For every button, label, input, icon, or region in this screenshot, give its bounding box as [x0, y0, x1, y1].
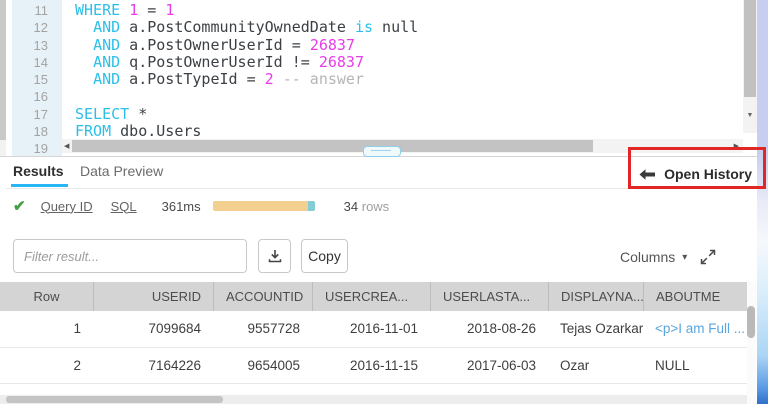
table-cell: 9654005: [247, 357, 300, 373]
table-cell: NULL: [655, 357, 690, 373]
open-history-button[interactable]: Open History: [639, 164, 752, 184]
line-number: 18: [33, 124, 48, 140]
line-number: 19: [33, 141, 48, 156]
copy-button[interactable]: Copy: [301, 239, 348, 273]
line-number: 17: [33, 106, 48, 122]
column-header[interactable]: USERLASTA...: [430, 282, 548, 311]
tab-data-preview[interactable]: Data Preview: [80, 163, 163, 179]
code-line: AND a.PostCommunityOwnedDate is null: [93, 18, 419, 37]
line-number: 11: [34, 3, 49, 18]
query-progress-bar: [212, 201, 315, 211]
row-count-value: 34: [343, 198, 359, 214]
editor-hscroll-thumb[interactable]: [72, 140, 593, 152]
table-cell: 2: [73, 357, 81, 373]
table-cell: 7099684: [148, 321, 201, 336]
code-line: AND a.PostOwnerUserId = 26837: [93, 35, 355, 54]
table-cell: Ozar: [560, 357, 590, 373]
back-arrow-icon: [639, 168, 656, 180]
query-id-link[interactable]: Query ID: [41, 199, 93, 214]
scroll-down-arrow-icon[interactable]: ▼: [743, 111, 757, 121]
query-status-bar: ✔ Query ID SQL 361ms 34 rows: [13, 195, 389, 217]
success-check-icon: ✔: [13, 198, 26, 215]
table-cell: 1: [73, 321, 81, 336]
table-cell: Tejas Ozarkar: [560, 321, 643, 336]
active-tab-underline: [11, 184, 68, 187]
column-header[interactable]: DISPLAYNA...: [548, 282, 643, 311]
editor-vertical-scrollbar[interactable]: ▼: [743, 0, 757, 133]
code-line: FROM dbo.Users: [75, 122, 202, 141]
table-header-row: Row USERID ACCOUNTID USERCREA... USERLASTA..…: [0, 282, 755, 311]
row-count-label: rows: [361, 198, 390, 214]
column-header[interactable]: ACCOUNTID: [213, 282, 312, 311]
table-horizontal-scrollbar[interactable]: [0, 395, 747, 404]
columns-dropdown[interactable]: Columns ▾: [620, 249, 687, 265]
line-number: 14: [33, 54, 48, 70]
table-cell: 9557728: [247, 321, 300, 336]
download-icon: [268, 250, 281, 263]
sql-editor[interactable]: 11 12 13 14 15 16 17 18 19 WHERE 1 = 1 AND a.Pos…: [6, 0, 743, 156]
tab-bar: Results Data Preview Open History: [6, 157, 757, 189]
line-number: 13: [33, 37, 48, 53]
editor-gutter: 11 12 13 14 15 16 17 18 19: [12, 0, 62, 156]
filter-results-input[interactable]: [13, 239, 247, 273]
table-cell: 2017-06-03: [466, 357, 536, 373]
scroll-right-arrow-icon[interactable]: ▶: [734, 142, 739, 150]
column-header[interactable]: USERCREA...: [312, 282, 430, 311]
table-cell: 7164226: [148, 357, 201, 373]
line-number: 16: [33, 89, 48, 105]
column-header[interactable]: ABOUTME: [643, 282, 755, 311]
open-history-label: Open History: [664, 166, 752, 182]
page-right-scrollbar[interactable]: [757, 0, 768, 404]
query-progress-tip: [307, 201, 315, 211]
line-number: 15: [33, 72, 48, 88]
table-cell: 2016-11-01: [349, 321, 418, 336]
tab-results[interactable]: Results: [13, 163, 64, 179]
line-number: 12: [33, 20, 48, 36]
code-line: AND q.PostOwnerUserId != 26837: [93, 52, 364, 71]
table-vscroll-thumb[interactable]: [747, 306, 755, 338]
chevron-down-icon: ▾: [682, 251, 688, 263]
row-count: 34 rows: [344, 199, 390, 214]
table-cell: <p>I am Full ...: [655, 321, 746, 336]
editor-horizontal-scrollbar[interactable]: ◀ ▶: [62, 139, 743, 153]
editor-code[interactable]: WHERE 1 = 1 AND a.PostCommunityOwnedDate…: [62, 0, 743, 141]
table-vertical-scrollbar[interactable]: [747, 281, 756, 404]
panel-resize-handle[interactable]: [363, 146, 401, 157]
table-row[interactable]: 2 7164226 9654005 2016-11-15 2017-06-03 Ozar N…: [0, 347, 755, 384]
table-cell: 2018-08-26: [466, 321, 536, 336]
query-duration: 361ms: [161, 198, 201, 214]
sql-link[interactable]: SQL: [111, 199, 137, 214]
download-button[interactable]: [258, 239, 291, 273]
table-body: 1 7099684 9557728 2016-11-01 2018-08-26 Tejas…: [0, 311, 755, 404]
column-header[interactable]: USERID: [93, 282, 213, 311]
results-panel: Results Data Preview Open History ✔ Quer…: [0, 156, 757, 404]
editor-vscroll-thumb[interactable]: [744, 0, 756, 97]
expand-results-button[interactable]: [700, 249, 716, 265]
column-header[interactable]: Row: [0, 282, 93, 311]
results-table: Row USERID ACCOUNTID USERCREA... USERLASTA..…: [0, 282, 755, 404]
expand-icon: [700, 249, 716, 265]
columns-label: Columns: [620, 249, 676, 265]
scroll-left-arrow-icon[interactable]: ◀: [64, 142, 69, 150]
code-line: SELECT *: [75, 104, 148, 123]
code-line: WHERE 1 = 1: [75, 1, 175, 19]
table-row[interactable]: 1 7099684 9557728 2016-11-01 2018-08-26 Tejas…: [0, 311, 755, 348]
sql-explorer-window: 11 12 13 14 15 16 17 18 19 WHERE 1 = 1 AND a.Pos…: [0, 0, 768, 404]
table-cell: 2016-11-15: [349, 357, 418, 373]
table-hscroll-thumb[interactable]: [6, 396, 223, 403]
code-line: AND a.PostTypeId = 2 -- answer: [93, 70, 364, 89]
